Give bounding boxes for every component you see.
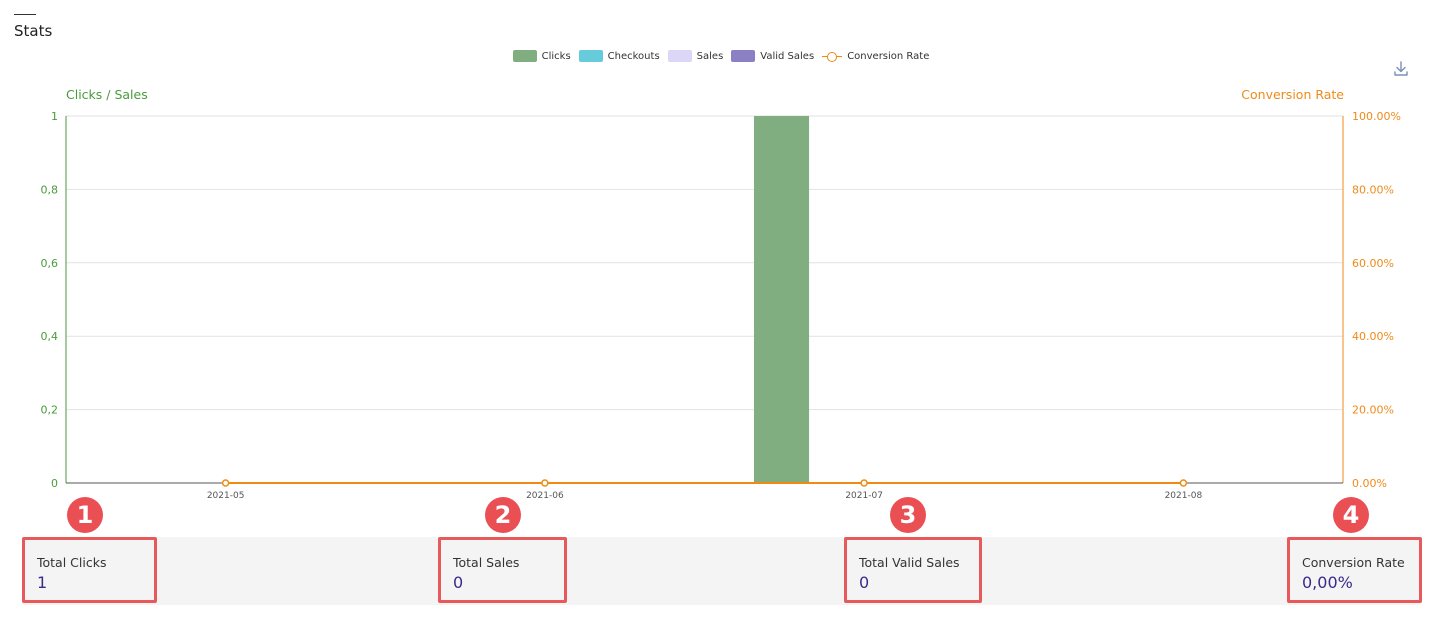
stats-summary-strip <box>22 537 1420 605</box>
stat-total-clicks: Total Clicks 1 <box>22 537 157 603</box>
conversion-rate-point[interactable] <box>541 479 549 487</box>
stat-value-total-clicks: 1 <box>37 573 48 592</box>
stat-label-total-clicks: Total Clicks <box>37 555 107 570</box>
conversion-rate-point[interactable] <box>860 479 868 487</box>
y-tick-left-label: 1 <box>51 110 58 123</box>
y-tick-right-label: 60.00% <box>1352 257 1394 270</box>
conversion-rate-point[interactable] <box>221 479 230 487</box>
stats-page: Stats Clicks Checkouts Sales Valid Sales… <box>0 0 1442 617</box>
y-tick-right-label: 40.00% <box>1352 330 1394 343</box>
stat-total-sales: Total Sales 0 <box>438 537 567 603</box>
annotation-badge-2: 2 <box>485 497 521 533</box>
y-tick-left-label: 0,6 <box>41 257 59 270</box>
x-tick-label: 2021-06 <box>526 491 564 501</box>
annotation-badge-1: 1 <box>67 497 103 533</box>
stat-label-conversion-rate: Conversion Rate <box>1302 555 1405 570</box>
stat-total-valid-sales: Total Valid Sales 0 <box>844 537 982 603</box>
x-tick-label: 2021-08 <box>1165 491 1203 501</box>
y-tick-right-label: 0.00% <box>1352 477 1387 490</box>
stats-chart: 0 0.00% 0,2 20.00% 0,4 40.00% 0,6 60.00% 0,8 80.0… <box>41 110 1401 501</box>
y-tick-right-label: 80.00% <box>1352 183 1394 196</box>
annotation-badge-3: 3 <box>890 497 926 533</box>
x-tick-label: 2021-05 <box>207 491 245 501</box>
y-tick-left-label: 0,2 <box>41 404 59 417</box>
stat-label-total-valid-sales: Total Valid Sales <box>859 555 960 570</box>
stat-value-total-valid-sales: 0 <box>859 573 870 592</box>
annotation-badge-4: 4 <box>1333 497 1369 533</box>
y-tick-left-label: 0,4 <box>41 330 59 343</box>
stat-label-total-sales: Total Sales <box>453 555 520 570</box>
conversion-rate-point[interactable] <box>1179 479 1188 487</box>
stat-value-total-sales: 0 <box>453 573 464 592</box>
stat-value-conversion-rate: 0,00% <box>1302 573 1353 592</box>
bar-clicks[interactable] <box>753 116 810 483</box>
y-tick-left-label: 0 <box>51 477 58 490</box>
y-tick-right-label: 20.00% <box>1352 404 1394 417</box>
y-tick-left-label: 0,8 <box>41 183 59 196</box>
x-tick-label: 2021-07 <box>845 491 883 501</box>
y-tick-right-label: 100.00% <box>1352 110 1401 123</box>
stat-conversion-rate: Conversion Rate 0,00% <box>1287 537 1422 603</box>
